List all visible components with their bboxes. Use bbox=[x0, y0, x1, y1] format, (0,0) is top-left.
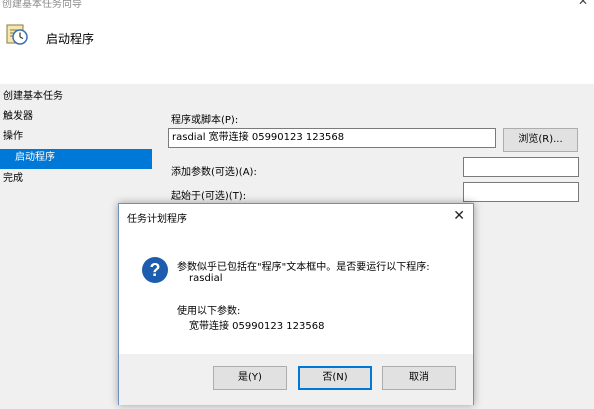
wizard-titlebar: 创建基本任务向导 ✕ bbox=[0, 0, 594, 8]
cancel-button[interactable]: 取消 bbox=[382, 366, 456, 390]
window-close-icon[interactable]: ✕ bbox=[578, 0, 588, 8]
program-label: 程序或脚本(P): bbox=[171, 115, 239, 126]
nav-item-start-program[interactable]: 启动程序 bbox=[0, 149, 152, 169]
start-in-label: 起始于(可选)(T): bbox=[171, 191, 247, 202]
args-label: 添加参数(可选)(A): bbox=[171, 167, 257, 178]
start-in-input[interactable] bbox=[463, 182, 579, 202]
nav-item-create-task[interactable]: 创建基本任务 bbox=[0, 88, 152, 108]
dialog-message: 参数似乎已包括在"程序"文本框中。是否要运行以下程序: bbox=[177, 262, 430, 273]
args-input[interactable] bbox=[463, 157, 579, 177]
dialog-args-heading: 使用以下参数: bbox=[177, 306, 241, 317]
dialog-titlebar: 任务计划程序 ✕ bbox=[119, 204, 473, 230]
dialog-args-value: 宽带连接 05990123 123568 bbox=[189, 321, 325, 332]
dialog-close-icon[interactable]: ✕ bbox=[453, 207, 465, 225]
nav-item-finish[interactable]: 完成 bbox=[0, 170, 152, 190]
program-input[interactable]: rasdial 宽带连接 05990123 123568 bbox=[168, 128, 496, 148]
nav-item-trigger[interactable]: 触发器 bbox=[0, 108, 152, 128]
nav-item-action[interactable]: 操作 bbox=[0, 128, 152, 148]
dialog-footer: 是(Y) 否(N) 取消 bbox=[119, 354, 473, 405]
no-button[interactable]: 否(N) bbox=[298, 366, 372, 390]
browse-button[interactable]: 浏览(R)... bbox=[503, 128, 578, 152]
confirm-dialog: 任务计划程序 ✕ ? 参数似乎已包括在"程序"文本框中。是否要运行以下程序: r… bbox=[118, 203, 474, 405]
page-title: 启动程序 bbox=[46, 32, 95, 46]
question-icon: ? bbox=[142, 257, 168, 283]
dialog-title: 任务计划程序 bbox=[127, 214, 187, 225]
dialog-program-name: rasdial bbox=[189, 273, 223, 284]
task-clock-icon bbox=[6, 24, 28, 45]
wizard-header: 启动程序 bbox=[0, 8, 594, 84]
window-title: 创建基本任务向导 bbox=[2, 0, 82, 8]
svg-text:?: ? bbox=[150, 260, 161, 280]
yes-button[interactable]: 是(Y) bbox=[213, 366, 287, 390]
